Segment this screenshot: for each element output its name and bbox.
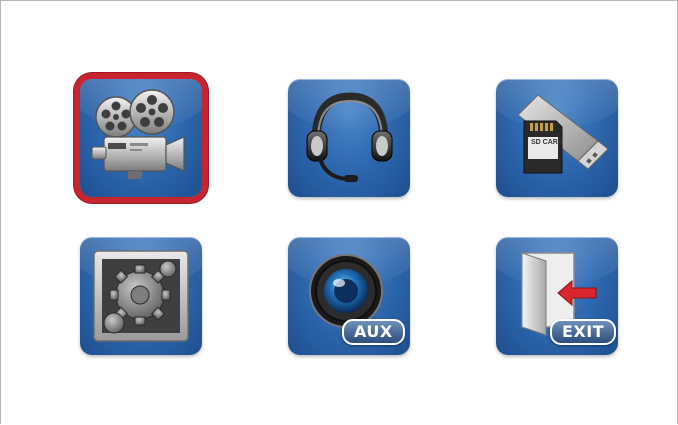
audio-menu-button[interactable] (288, 79, 410, 197)
aux-menu-button[interactable]: AUX (288, 237, 410, 355)
settings-menu-button[interactable] (80, 237, 202, 355)
gears-icon (93, 250, 189, 342)
sd-card-usb-icon (517, 94, 609, 174)
exit-menu-button[interactable]: EXIT (496, 237, 618, 355)
video-camera-icon (91, 89, 185, 179)
sd-card-label: SD CARD (531, 139, 563, 146)
aux-label: AUX (342, 319, 405, 345)
screen-frame: SD CARD AUX EXIT (0, 0, 678, 424)
headset-icon (306, 92, 393, 182)
exit-label: EXIT (550, 319, 617, 345)
storage-menu-button[interactable]: SD CARD (496, 79, 618, 197)
video-menu-button[interactable] (80, 79, 202, 197)
